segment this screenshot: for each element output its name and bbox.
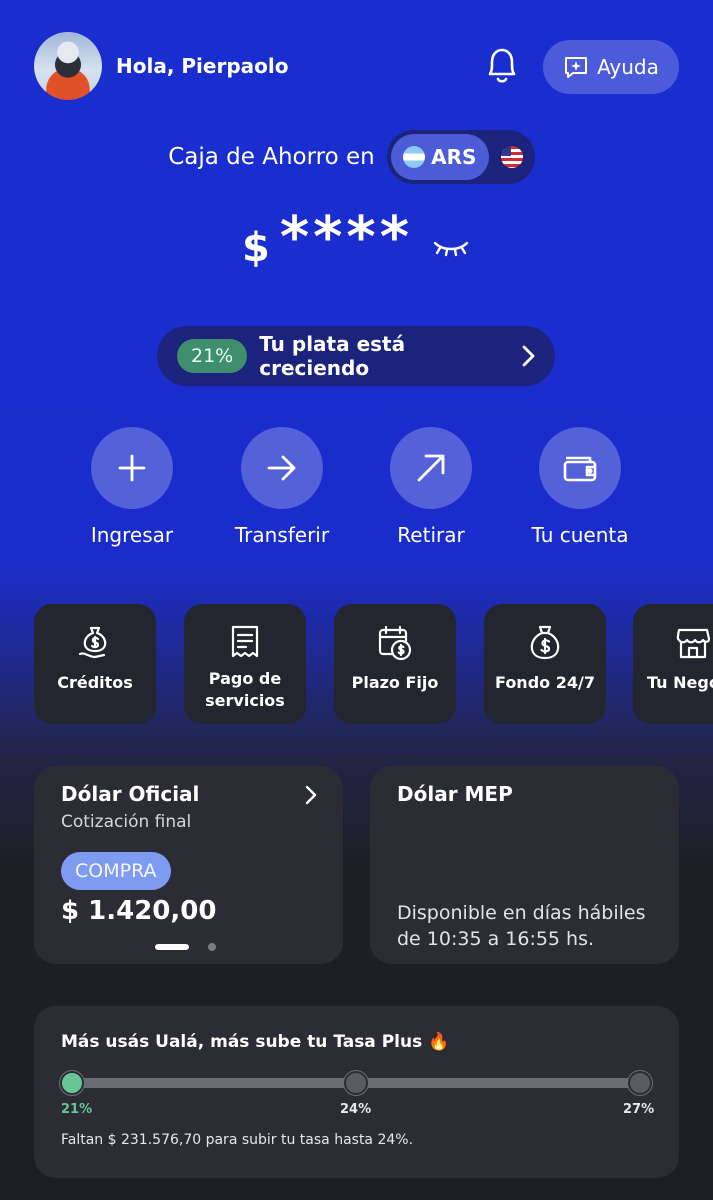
notifications-bell-icon[interactable]: [482, 44, 522, 86]
buy-price: $ 1.420,00: [61, 896, 217, 926]
tile-plazo-fijo[interactable]: Plazo Fijo: [334, 604, 456, 724]
currency-ars-option[interactable]: ARS: [390, 134, 489, 180]
calendar-money-icon: [378, 625, 412, 661]
help-button-label: Ayuda: [597, 55, 659, 79]
receipt-icon: [231, 625, 259, 658]
growth-banner-text: Tu plata está creciendo: [259, 332, 406, 380]
dolar-oficial-card[interactable]: Dólar Oficial Cotización final COMPRA $ …: [34, 766, 343, 964]
card-title: Dólar MEP: [397, 782, 513, 806]
tasa-level-label: 27%: [623, 1102, 655, 1117]
withdraw-button[interactable]: Retirar: [361, 427, 501, 547]
tile-tu-negocio[interactable]: Tu Negocio: [633, 604, 713, 724]
tasa-level-dot-current: [60, 1071, 84, 1095]
deposit-button[interactable]: Ingresar: [62, 427, 202, 547]
tile-label: Créditos: [57, 673, 133, 692]
growth-banner[interactable]: 21% Tu plata está creciendo: [157, 326, 555, 386]
chevron-right-icon[interactable]: [304, 784, 318, 806]
interest-rate-badge: 21%: [177, 339, 248, 373]
tasa-plus-title: Más usás Ualá, más sube tu Tasa Plus 🔥: [61, 1032, 450, 1052]
tile-label: Fondo 24/7: [495, 673, 595, 692]
deposit-label: Ingresar: [90, 523, 174, 547]
wallet-icon: [563, 456, 597, 482]
currency-toggle[interactable]: ARS: [386, 130, 535, 184]
money-bag-icon: [530, 625, 560, 660]
dolar-mep-card[interactable]: Dólar MEP Disponible en días hábiles de …: [370, 766, 679, 964]
tasa-level-dot: [628, 1071, 652, 1095]
buy-badge: COMPRA: [61, 852, 171, 890]
tile-pago-servicios[interactable]: Pago de servicios: [184, 604, 306, 724]
greeting-text: Hola, Pierpaolo: [116, 54, 289, 78]
tasa-level-label: 21%: [61, 1102, 93, 1117]
mep-availability-text: Disponible en días hábiles de 10:35 a 16…: [397, 902, 646, 950]
tile-label: Pago de servicios: [205, 669, 285, 710]
your-account-label: Tu cuenta: [531, 523, 629, 547]
plus-icon: [118, 454, 146, 482]
tasa-plus-footer: Faltan $ 231.576,70 para subir tu tasa h…: [61, 1132, 414, 1148]
balance: $ ****: [0, 205, 713, 271]
tile-label: Plazo Fijo: [351, 673, 439, 692]
carousel-dot-active: [155, 944, 189, 950]
transfer-label: Transferir: [234, 523, 330, 547]
avatar[interactable]: [34, 32, 102, 100]
action-circle[interactable]: [241, 427, 323, 509]
tile-creditos[interactable]: Créditos: [34, 604, 156, 724]
help-button[interactable]: Ayuda: [543, 40, 679, 94]
action-circle[interactable]: [91, 427, 173, 509]
tasa-level-dot: [344, 1071, 368, 1095]
tasa-plus-card[interactable]: Más usás Ualá, más sube tu Tasa Plus 🔥 2…: [34, 1006, 679, 1178]
usa-flag-icon[interactable]: [500, 146, 523, 168]
argentina-flag-icon: [403, 146, 426, 168]
sparkle-chat-icon: [565, 57, 588, 78]
arrow-up-right-icon: [417, 454, 445, 482]
balance-currency-symbol: $: [242, 225, 270, 271]
carousel-dot: [208, 943, 216, 951]
card-title: Dólar Oficial: [61, 782, 200, 806]
arrow-right-icon: [267, 455, 296, 481]
account-type-label: Caja de Ahorro en: [168, 144, 375, 170]
transfer-button[interactable]: Transferir: [212, 427, 352, 547]
money-bag-hand-icon: [78, 626, 107, 659]
eye-closed-icon[interactable]: [431, 235, 471, 259]
tasa-level-label: 24%: [340, 1102, 372, 1117]
tile-fondo-24-7[interactable]: Fondo 24/7: [484, 604, 606, 724]
store-icon: [676, 628, 711, 659]
chevron-right-icon: [522, 345, 535, 367]
withdraw-label: Retirar: [397, 523, 465, 547]
card-subtitle: Cotización final: [61, 812, 192, 832]
account-selector: Caja de Ahorro en ARS: [0, 130, 713, 184]
currency-ars-label: ARS: [431, 145, 477, 169]
tile-label: Tu Negocio: [647, 673, 713, 692]
balance-masked-value: ****: [279, 205, 413, 270]
action-circle[interactable]: [539, 427, 621, 509]
your-account-button[interactable]: Tu cuenta: [510, 427, 650, 547]
action-circle[interactable]: [390, 427, 472, 509]
